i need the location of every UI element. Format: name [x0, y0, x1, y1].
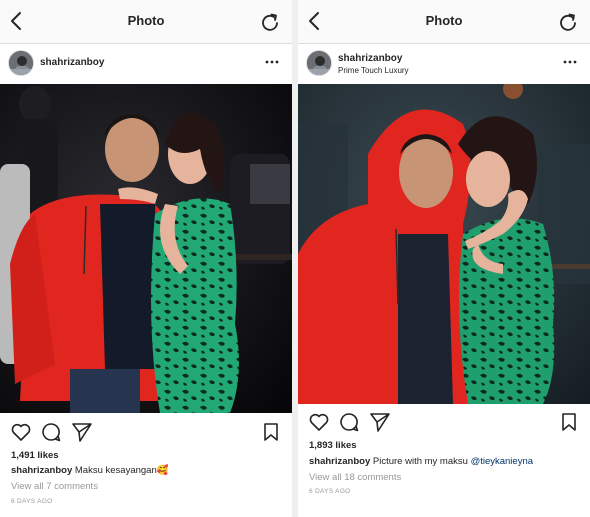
- post-timestamp: 6 DAYS AGO: [11, 498, 53, 505]
- post-header: shahrizanboy Prime Touch Luxury: [298, 44, 590, 84]
- avatar[interactable]: [306, 50, 332, 76]
- refresh-icon[interactable]: [558, 12, 578, 32]
- more-horizontal-icon[interactable]: [264, 56, 280, 68]
- nav-bar: Photo: [0, 0, 292, 44]
- caption-username[interactable]: shahrizanboy: [11, 465, 72, 476]
- caption-emoji: 🥰: [156, 465, 169, 476]
- heart-icon[interactable]: [308, 411, 330, 433]
- send-icon[interactable]: [369, 411, 391, 433]
- post-username[interactable]: shahrizanboy: [40, 57, 104, 68]
- photo-image: [298, 84, 590, 404]
- post-photo[interactable]: [298, 84, 590, 404]
- comment-icon[interactable]: [338, 411, 360, 433]
- page-title: Photo: [127, 13, 165, 28]
- send-icon[interactable]: [71, 421, 93, 443]
- bookmark-icon[interactable]: [260, 421, 282, 443]
- heart-icon[interactable]: [10, 421, 32, 443]
- bookmark-icon[interactable]: [558, 411, 580, 433]
- avatar[interactable]: [8, 50, 34, 76]
- post-panel-left: Photo shahrizanboy 1,491 likes shahrizan…: [0, 0, 292, 517]
- page-title: Photo: [425, 13, 463, 28]
- post-actions: [0, 421, 292, 447]
- comment-icon[interactable]: [40, 421, 62, 443]
- view-comments-link[interactable]: View all 18 comments: [309, 472, 401, 483]
- post-caption: shahrizanboy Maksu kesayangan🥰: [11, 465, 169, 476]
- view-comments-link[interactable]: View all 7 comments: [11, 481, 98, 492]
- caption-username[interactable]: shahrizanboy: [309, 456, 370, 467]
- photo-image: [0, 84, 292, 413]
- post-caption: shahrizanboy Picture with my maksu @tiey…: [309, 456, 533, 467]
- caption-text: Maksu kesayangan: [74, 465, 157, 476]
- post-panel-right: Photo shahrizanboy Prime Touch Luxury 1,…: [298, 0, 590, 517]
- post-username[interactable]: shahrizanboy: [338, 53, 402, 64]
- post-actions: [298, 411, 590, 437]
- post-header: shahrizanboy: [0, 44, 292, 84]
- likes-count[interactable]: 1,491 likes: [11, 450, 59, 461]
- nav-bar: Photo: [298, 0, 590, 44]
- post-photo[interactable]: [0, 84, 292, 413]
- likes-count[interactable]: 1,893 likes: [309, 440, 357, 451]
- post-timestamp: 6 DAYS AGO: [309, 488, 351, 495]
- more-horizontal-icon[interactable]: [562, 56, 578, 68]
- caption-text: Picture with my maksu: [372, 456, 468, 467]
- refresh-icon[interactable]: [260, 12, 280, 32]
- post-location[interactable]: Prime Touch Luxury: [338, 66, 409, 75]
- caption-mention[interactable]: @tieykanieyna: [471, 456, 533, 467]
